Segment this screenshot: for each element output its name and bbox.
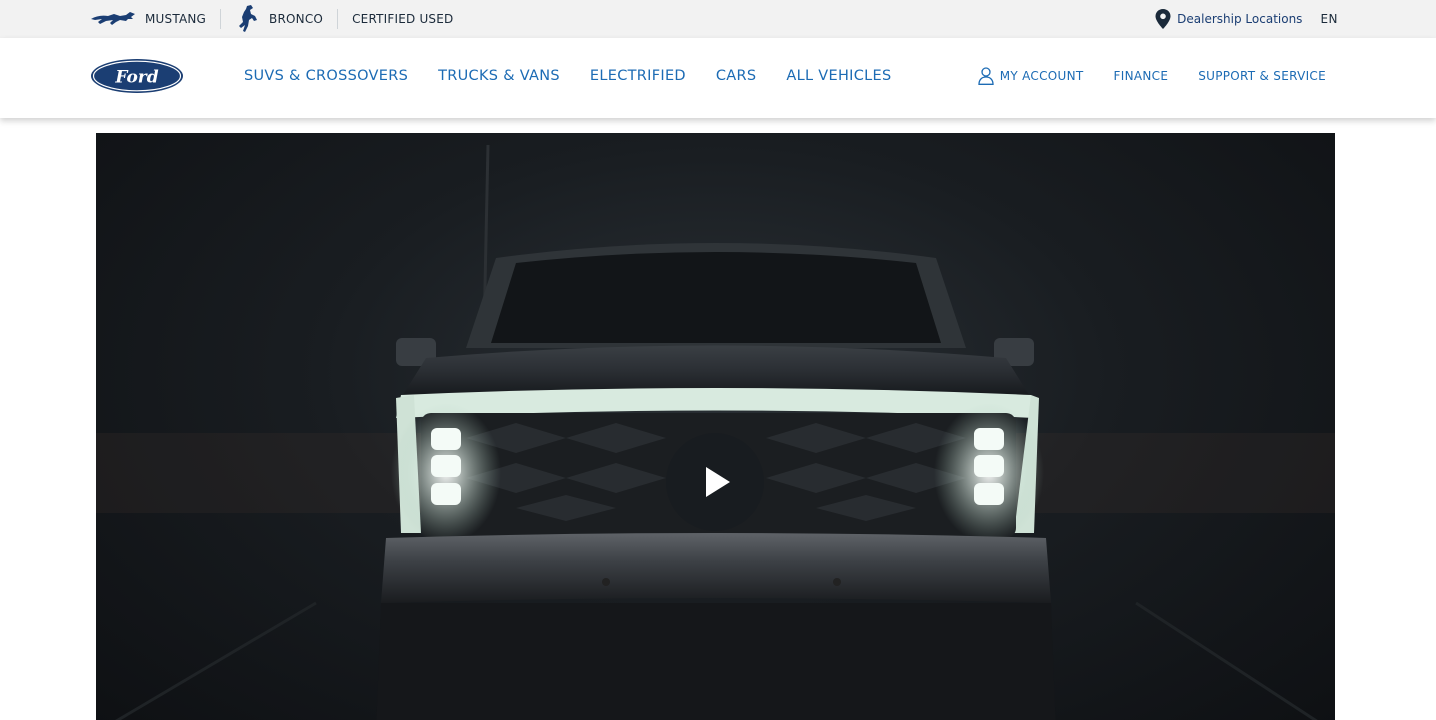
utility-bar: MUSTANG BRONCO CERTIFIED USED Dealership… [0, 0, 1436, 38]
nav-trucks-vans[interactable]: TRUCKS & VANS [438, 68, 560, 84]
account-nav: MY ACCOUNT FINANCE SUPPORT & SERVICE [978, 38, 1326, 114]
divider [220, 9, 222, 29]
vehicle-nav: SUVS & CROSSOVERS TRUCKS & VANS ELECTRIF… [244, 38, 922, 114]
certified-used-label: CERTIFIED USED [352, 12, 454, 26]
play-button[interactable] [666, 433, 764, 531]
finance-link[interactable]: FINANCE [1114, 69, 1169, 83]
my-account-link[interactable]: MY ACCOUNT [978, 67, 1084, 85]
ford-logo-text: Ford [114, 68, 158, 88]
main-nav: Ford SUVS & CROSSOVERS TRUCKS & VANS ELE… [0, 38, 1436, 118]
play-icon [706, 467, 730, 497]
brand-links: MUSTANG BRONCO CERTIFIED USED [90, 0, 453, 38]
truck-video-frame [96, 144, 1335, 720]
language-selector[interactable]: EN [1320, 12, 1338, 26]
bronco-label: BRONCO [269, 12, 324, 26]
location-pin-icon [1155, 9, 1171, 29]
certified-used-link[interactable]: CERTIFIED USED [352, 0, 453, 38]
nav-electrified[interactable]: ELECTRIFIED [590, 68, 686, 84]
support-service-link[interactable]: SUPPORT & SERVICE [1198, 69, 1326, 83]
utility-right: Dealership Locations EN [1155, 0, 1338, 38]
dealer-locations-label: Dealership Locations [1177, 12, 1303, 26]
mustang-logo-icon [91, 12, 135, 25]
my-account-label: MY ACCOUNT [999, 69, 1084, 83]
hero-video[interactable] [96, 133, 1335, 720]
dealer-locations-link[interactable]: Dealership Locations [1155, 0, 1302, 38]
ford-logo[interactable]: Ford [90, 58, 184, 94]
bronco-logo-icon [239, 5, 258, 32]
user-icon [978, 67, 994, 85]
bronco-link[interactable]: BRONCO [235, 0, 323, 38]
divider [337, 9, 339, 29]
nav-suvs-crossovers[interactable]: SUVS & CROSSOVERS [244, 68, 408, 84]
nav-cars[interactable]: CARS [716, 68, 757, 84]
mustang-link[interactable]: MUSTANG [90, 0, 206, 38]
mustang-label: MUSTANG [145, 12, 207, 26]
nav-all-vehicles[interactable]: ALL VEHICLES [786, 68, 891, 84]
